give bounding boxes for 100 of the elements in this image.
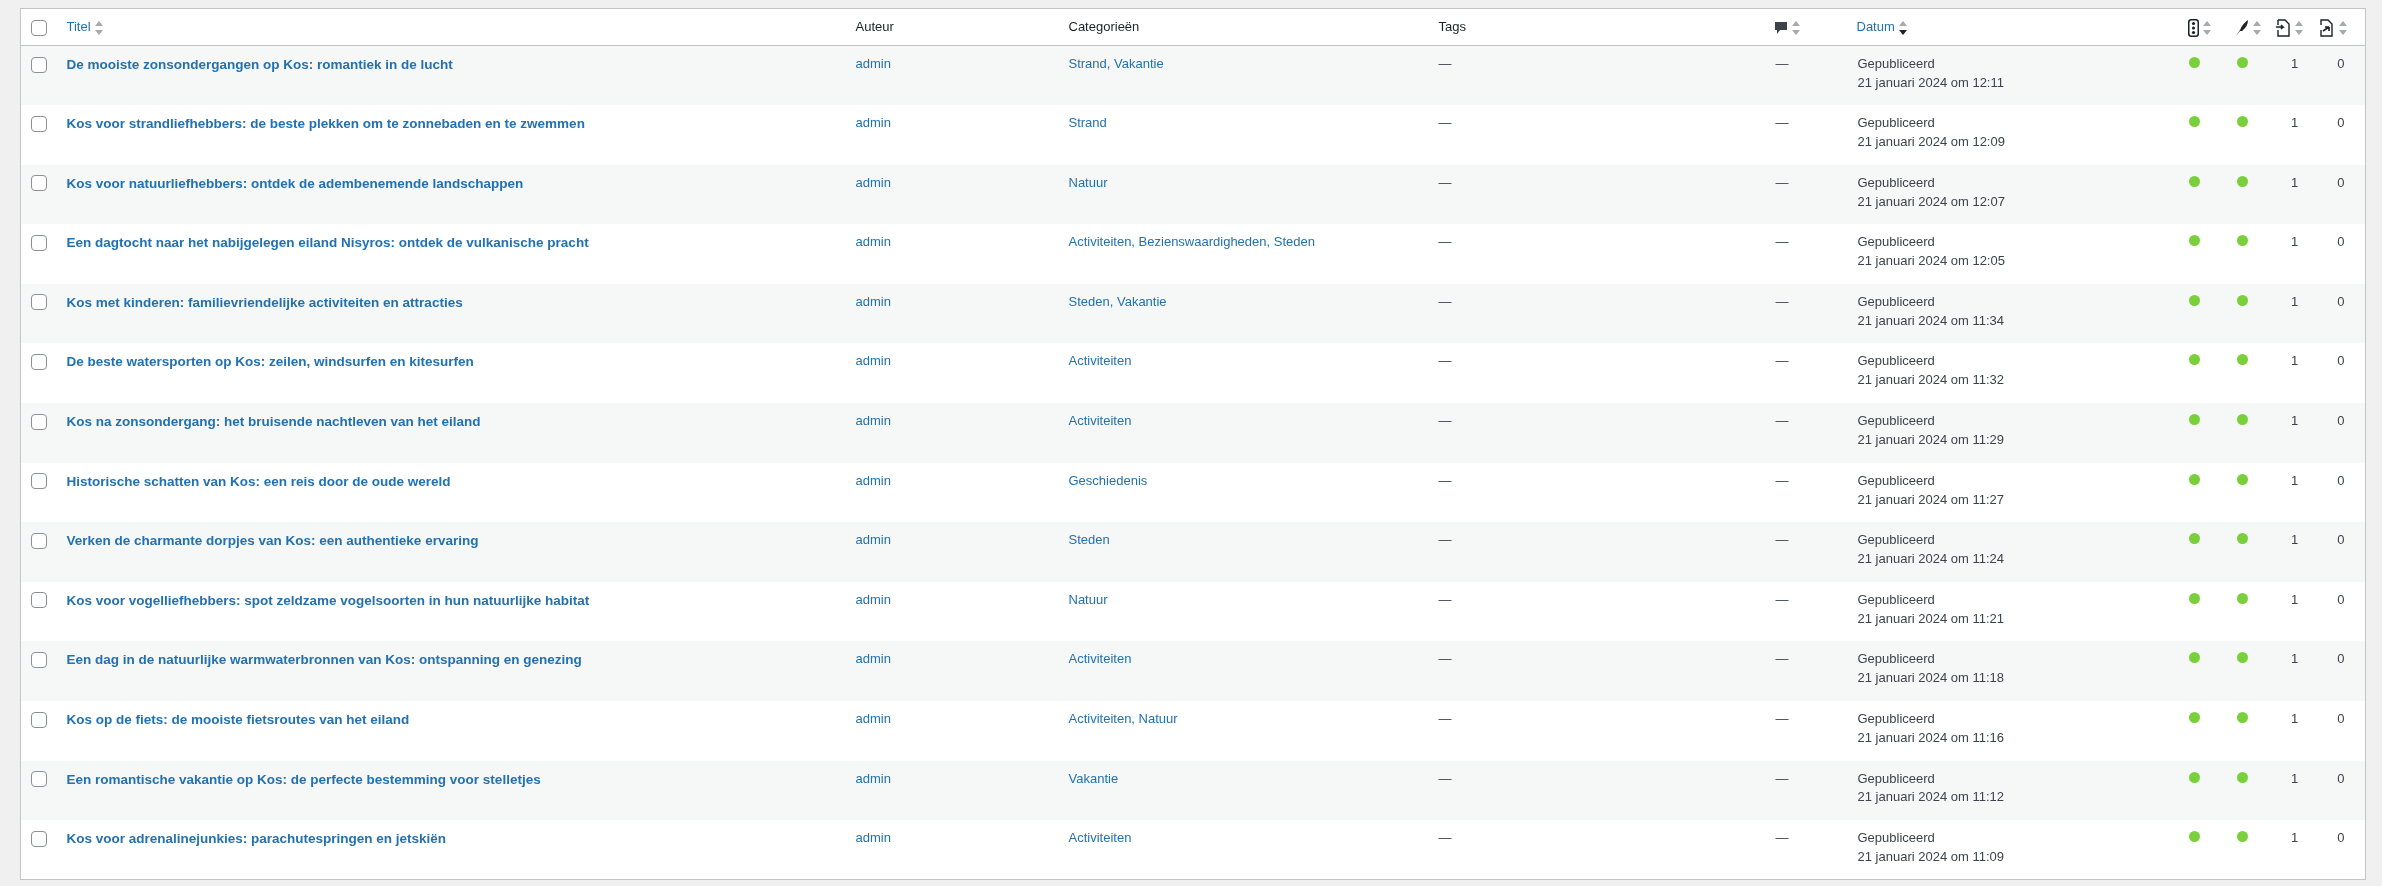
category-link[interactable]: Vakantie [1114,56,1164,71]
checkbox[interactable] [31,711,47,728]
author-link[interactable]: admin [855,532,891,548]
post-status: Gepubliceerd [1857,590,1935,610]
checkbox[interactable] [31,19,47,36]
category-link[interactable]: Natuur [1068,591,1108,607]
author-link[interactable]: admin [855,591,891,607]
post-date: 21 januari 2024 om 11:21 [1857,609,2004,629]
checkbox[interactable] [31,175,47,192]
author-link[interactable]: admin [855,293,891,309]
table-cell: — [1775,293,1789,309]
checkbox[interactable] [31,234,47,251]
post-date: 21 januari 2024 om 12:11 [1857,73,2004,93]
author-link[interactable]: admin [855,651,891,667]
checkbox[interactable] [31,473,47,490]
post-title-link[interactable]: Een dag in de natuurlijke warmwaterbronnen van Kos: ontspanning en genezing [66,652,582,668]
post-title-link[interactable]: Kos voor natuurliefhebbers: ontdek de adembenemende landschappen [66,175,524,191]
post-status: Gepubliceerd [1857,352,1935,372]
category-link[interactable]: Geschiedenis [1068,472,1148,488]
post-title-link[interactable]: Een romantische vakantie op Kos: de perfecte bestemming voor stelletjes [66,771,541,787]
author-link[interactable]: admin [855,830,891,846]
checkbox[interactable] [31,830,47,847]
post-status: Gepubliceerd [1857,173,1935,193]
category-link[interactable]: Bezienswaardigheden, [1138,234,1271,250]
post-title-link[interactable]: De mooiste zonsondergangen op Kos: romantiek in de lucht [66,57,453,72]
table-cell: 1 [2290,293,2299,309]
category-link[interactable]: Vakantie [1116,293,1167,309]
category-link[interactable]: Activiteiten, [1068,711,1135,727]
category-link[interactable]: Strand, [1068,56,1111,71]
checkbox[interactable] [31,115,47,132]
table-cell: — [1775,770,1789,786]
table-cell: 0 [2337,591,2345,607]
traffic-light-icon [2187,18,2199,37]
table-cell: — [1438,651,1452,667]
checkbox[interactable] [31,354,47,371]
category-link[interactable]: Steden [1273,234,1315,250]
table-cell: 1 [2290,711,2299,727]
category-link[interactable]: Strand [1068,115,1107,131]
post-status: Gepubliceerd [1857,114,1935,133]
post-title-link[interactable]: Kos met kinderen: familievriendelijke activiteiten en attracties [66,294,463,310]
table-cell: 0 [2337,56,2345,71]
column-header: Tags [1438,19,1466,35]
column-header[interactable]: Datum [1856,19,1895,35]
post-title-link[interactable]: Kos voor adrenalinejunkies: parachutespringen en jetskiën [66,831,447,847]
column-header: Auteur [855,19,894,35]
author-link[interactable]: admin [855,472,891,488]
post-status: Gepubliceerd [1857,531,1935,551]
post-title-link[interactable]: Verken de charmante dorpjes van Kos: een authentieke ervaring [66,533,479,549]
table-cell: 1 [2290,532,2299,548]
column-header[interactable]: Titel [66,19,91,35]
table-cell: 0 [2337,472,2345,488]
table-cell: — [1775,174,1789,190]
author-link[interactable]: admin [855,413,891,429]
category-link[interactable]: Activiteiten [1068,353,1132,369]
author-link[interactable]: admin [855,115,891,131]
category-link[interactable]: Activiteiten [1068,830,1132,846]
table-cell: — [1775,830,1789,846]
author-link[interactable]: admin [855,353,891,369]
checkbox[interactable] [31,771,47,788]
category-link[interactable]: Steden, [1068,293,1114,309]
table-cell: — [1438,234,1452,250]
author-link[interactable]: admin [855,711,891,727]
table-cell: — [1775,413,1789,429]
post-title-link[interactable]: Kos op de fiets: de mooiste fietsroutes van het eiland [66,712,410,728]
post-title-link[interactable]: De beste watersporten op Kos: zeilen, windsurfen en kitesurfen [66,354,474,370]
checkbox[interactable] [31,56,47,73]
table-cell: — [1775,115,1789,131]
author-link[interactable]: admin [855,770,891,786]
category-link[interactable]: Vakantie [1068,770,1119,786]
category-link[interactable]: Steden [1068,532,1110,548]
category-link[interactable]: Activiteiten [1068,413,1132,429]
table-cell: 0 [2337,532,2345,548]
table-cell: 1 [2290,353,2299,369]
table-cell: 1 [2290,591,2299,607]
post-title-link[interactable]: Kos voor vogelliefhebbers: spot zeldzame vogelsoorten in hun natuurlijke habitat [66,592,590,608]
category-link[interactable]: Activiteiten, [1068,234,1135,250]
category-link[interactable]: Activiteiten [1068,651,1132,667]
post-title-link[interactable]: Kos voor strandliefhebbers: de beste plekken om te zonnebaden en te zwemmen [66,116,585,132]
author-link[interactable]: admin [855,56,891,71]
checkbox[interactable] [31,592,47,609]
author-link[interactable]: admin [855,174,891,190]
checkbox[interactable] [31,652,47,668]
post-title-link[interactable]: Historische schatten van Kos: een reis door de oude wereld [66,473,451,489]
table-cell: 1 [2290,770,2299,786]
post-status: Gepubliceerd [1857,412,1935,431]
post-title-link[interactable]: Een dagtocht naar het nabijgelegen eiland Nisyros: ontdek de vulkanische pracht [66,235,589,251]
post-date: 21 januari 2024 om 11:29 [1857,430,2004,450]
post-title-link[interactable]: Kos na zonsondergang: het bruisende nachtleven van het eiland [66,414,481,430]
column-header: Categorieën [1068,19,1140,35]
checkbox[interactable] [31,532,47,549]
table-cell: — [1438,293,1452,309]
post-date: 21 januari 2024 om 11:27 [1857,490,2004,510]
table-cell: — [1438,353,1452,369]
table-cell: 1 [2290,830,2299,846]
checkbox[interactable] [31,294,47,311]
category-link[interactable]: Natuur [1138,711,1178,727]
author-link[interactable]: admin [855,234,891,250]
checkbox[interactable] [31,413,47,430]
post-date: 21 januari 2024 om 11:32 [1857,371,2004,391]
category-link[interactable]: Natuur [1068,174,1108,190]
